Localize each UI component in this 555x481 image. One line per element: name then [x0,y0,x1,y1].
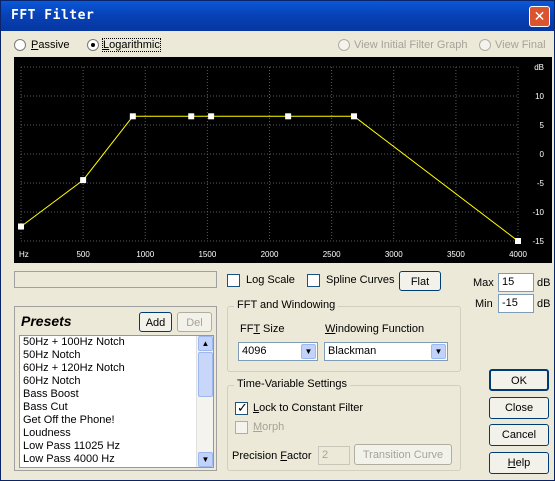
scroll-thumb[interactable] [198,352,213,397]
filter-control-point[interactable] [18,223,24,230]
close-icon: ✕ [533,8,546,24]
time-variable-group: Time-Variable Settings Lock to Constant … [227,378,461,471]
log-scale-label: Log Scale [246,274,295,286]
scroll-up-icon[interactable]: ▲ [198,336,213,351]
y-tick-label: 5 [540,121,545,130]
preset-item[interactable]: 60Hz + 120Hz Notch [20,362,213,375]
fft-size-label: FFT Size [240,323,285,335]
presets-title: Presets [21,313,72,329]
window-title: FFT Filter [11,8,95,23]
precision-factor-label: Precision Factor [232,450,312,462]
preset-item[interactable]: Low Pass 11025 Hz [20,440,213,453]
min-label: Min [475,298,493,310]
x-tick-label: 2500 [323,250,341,259]
view-initial-radio-circle[interactable] [338,39,350,51]
x-tick-label: 3500 [447,250,465,259]
windowing-function-label: Windowing Function [325,323,425,335]
flat-button[interactable]: Flat [399,271,441,291]
min-unit: dB [537,298,551,310]
view-final-radio-circle[interactable] [479,39,491,51]
fft-windowing-group: FFT and Windowing FFT Size 4096 ▼ Window… [227,299,461,372]
preset-item[interactable]: 50Hz Notch [20,349,213,362]
x-tick-label: 3000 [385,250,403,259]
preset-item[interactable]: Bass Boost [20,388,213,401]
precision-factor-input[interactable]: 2 [318,446,350,465]
spline-curves-checkbox[interactable] [307,274,320,287]
view-final-label: View Final [495,39,546,51]
view-initial-label: View Initial Filter Graph [354,39,468,51]
logarithmic-label: Logarithmic [102,38,161,52]
fft-filter-window: FFT Filter ✕ Passive Logarithmic View In… [0,0,555,481]
logarithmic-radio-circle[interactable] [87,39,99,51]
log-scale-checkbox[interactable] [227,274,240,287]
filter-control-point[interactable] [208,113,215,120]
windowing-function-select[interactable]: Blackman ▼ [324,342,448,361]
x-tick-label: 1000 [136,250,154,259]
y-tick-label: 0 [540,150,545,159]
preset-item[interactable]: 50Hz + 100Hz Notch [20,336,213,349]
scroll-down-icon[interactable]: ▼ [198,452,213,467]
filter-control-point[interactable] [188,113,195,120]
lock-constant-filter-label: Lock to Constant Filter [253,402,364,414]
lock-constant-filter-checkbox[interactable] [235,400,248,416]
title-bar[interactable]: FFT Filter ✕ [1,1,554,31]
y-tick-label: dB [534,63,544,72]
transition-curve-button[interactable]: Transition Curve [354,444,452,465]
x-tick-label: 1500 [198,250,216,259]
presets-items: 50Hz + 100Hz Notch 50Hz Notch 60Hz + 120Hz… [20,336,213,466]
preset-item[interactable]: 60Hz Notch [20,375,213,388]
max-label: Max [473,277,494,289]
passive-radio-circle[interactable] [14,39,26,51]
add-preset-button[interactable]: Add [139,312,172,332]
fft-size-value: 4096 [242,345,267,357]
spline-curves-label: Spline Curves [326,274,395,286]
preset-item[interactable]: Loudness [20,427,213,440]
status-field [14,271,217,288]
presets-panel: Presets Add Del 50Hz + 100Hz Notch 50Hz N… [14,306,217,471]
x-tick-label: 500 [76,250,90,259]
filter-control-point[interactable] [80,177,87,184]
chevron-down-icon[interactable]: ▼ [301,344,316,359]
chevron-down-icon[interactable]: ▼ [431,344,446,359]
close-window-button[interactable]: ✕ [529,6,550,27]
help-button[interactable]: Help [489,452,549,474]
graph-background [14,57,552,263]
ok-button[interactable]: OK [489,369,549,391]
max-unit: dB [537,277,551,289]
morph-checkbox[interactable] [235,421,248,434]
x-tick-label: 2000 [261,250,279,259]
filter-control-point[interactable] [285,113,292,120]
presets-scrollbar[interactable]: ▲ ▼ [196,336,213,467]
x-tick-label: Hz [19,250,29,259]
morph-label: Morph [253,421,285,433]
y-tick-label: -10 [532,208,544,217]
min-db-input[interactable]: -15 [498,294,534,313]
y-tick-label: 10 [535,92,544,101]
cancel-button[interactable]: Cancel [489,424,549,446]
filter-graph[interactable]: dB 10 5 0 -5 -10 -15 Hz 500 1000 1500 2000 2500 3000… [14,57,552,263]
filter-control-point[interactable] [515,238,521,244]
fft-windowing-title: FFT and Windowing [234,299,339,311]
close-button[interactable]: Close [489,397,549,419]
filter-control-point[interactable] [129,113,136,120]
delete-preset-button[interactable]: Del [177,312,212,332]
preset-item[interactable]: Low Pass 4000 Hz [20,453,213,466]
y-tick-label: -5 [537,179,545,188]
x-tick-label: 4000 [509,250,527,259]
fft-size-select[interactable]: 4096 ▼ [238,342,318,361]
y-tick-label: -15 [532,237,544,246]
preset-item[interactable]: Bass Cut [20,401,213,414]
filter-control-point[interactable] [350,113,357,120]
preset-item[interactable]: Get Off the Phone! [20,414,213,427]
passive-label: Passive [31,39,70,51]
max-db-input[interactable]: 15 [498,273,534,292]
windowing-function-value: Blackman [328,345,377,357]
time-variable-title: Time-Variable Settings [234,378,351,390]
presets-list[interactable]: 50Hz + 100Hz Notch 50Hz Notch 60Hz + 120Hz… [19,335,214,468]
